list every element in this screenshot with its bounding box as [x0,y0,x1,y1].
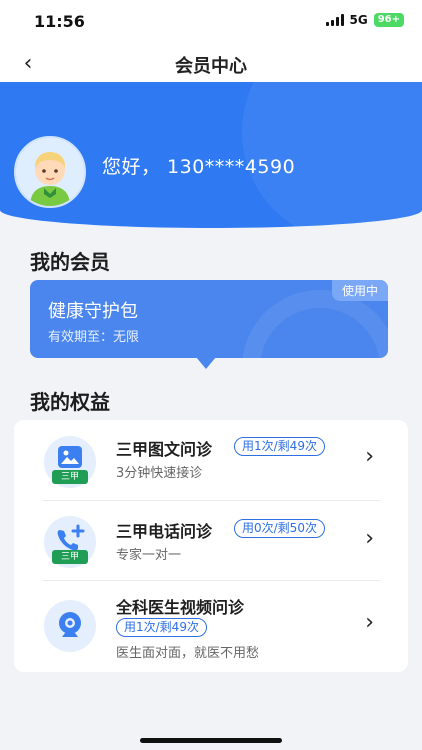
benefit-title: 三甲电话问诊 [116,522,213,541]
benefit-description: 医生面对面，就医不用愁 [116,646,260,661]
benefit-item-image-consult[interactable]: 三甲 三甲图文问诊 用1次/剩49次 3分钟快速接诊 › [42,420,380,501]
usage-badge: 用0次/剩50次 [234,519,325,538]
page-title: 会员中心 [175,56,247,77]
benefits-list: 三甲 三甲图文问诊 用1次/剩49次 3分钟快速接诊 › 三甲 三甲电话问诊 用… [14,420,408,672]
home-indicator [140,738,282,743]
chevron-right-icon[interactable]: › [365,526,374,551]
nav-bar: ‹ 会员中心 [0,44,422,84]
user-greeting: 您好， 130****4590 [102,156,296,178]
membership-section-title: 我的会员 [30,250,110,274]
usage-badge: 用1次/剩49次 [116,618,207,637]
benefit-item-phone-consult[interactable]: 三甲 三甲电话问诊 用0次/剩50次 专家一对一 › [42,500,380,581]
membership-name: 健康守护包 [48,301,138,322]
image-consult-icon: 三甲 [44,436,96,488]
video-camera-icon [44,600,96,652]
status-time: 11:56 [34,12,85,31]
profile-header: 您好， 130****4590 [0,82,422,228]
usage-badge: 用1次/剩49次 [234,437,325,456]
membership-card[interactable]: 健康守护包 有效期至：无限 使用中 [30,280,388,358]
signal-icon [325,14,344,26]
avatar-illustration-icon [16,138,84,206]
benefit-title: 全科医生视频问诊 [116,598,245,617]
status-badge: 使用中 [331,280,388,301]
chevron-right-icon[interactable]: › [365,610,374,635]
battery-icon: 96+ [373,13,404,27]
benefit-description: 专家一对一 [116,548,182,563]
grade-badge: 三甲 [52,470,88,484]
avatar[interactable] [14,136,86,208]
benefit-item-video-consult[interactable]: 全科医生视频问诊 用1次/剩49次 医生面对面，就医不用愁 › [42,580,380,672]
webcam-icon [59,612,81,637]
phone-consult-icon: 三甲 [44,516,96,568]
chevron-right-icon[interactable]: › [365,444,374,469]
membership-validity: 有效期至：无限 [48,330,140,345]
benefits-section-title: 我的权益 [30,390,110,414]
benefit-description: 3分钟快速接诊 [116,466,203,481]
grade-badge: 三甲 [52,550,88,564]
network-label: 5G [349,13,368,27]
status-indicators: 5G 96+ [325,13,404,27]
status-bar: 11:56 5G 96+ [0,0,422,44]
benefit-title: 三甲图文问诊 [116,440,213,459]
card-pointer [196,357,216,369]
picture-icon [61,450,79,464]
